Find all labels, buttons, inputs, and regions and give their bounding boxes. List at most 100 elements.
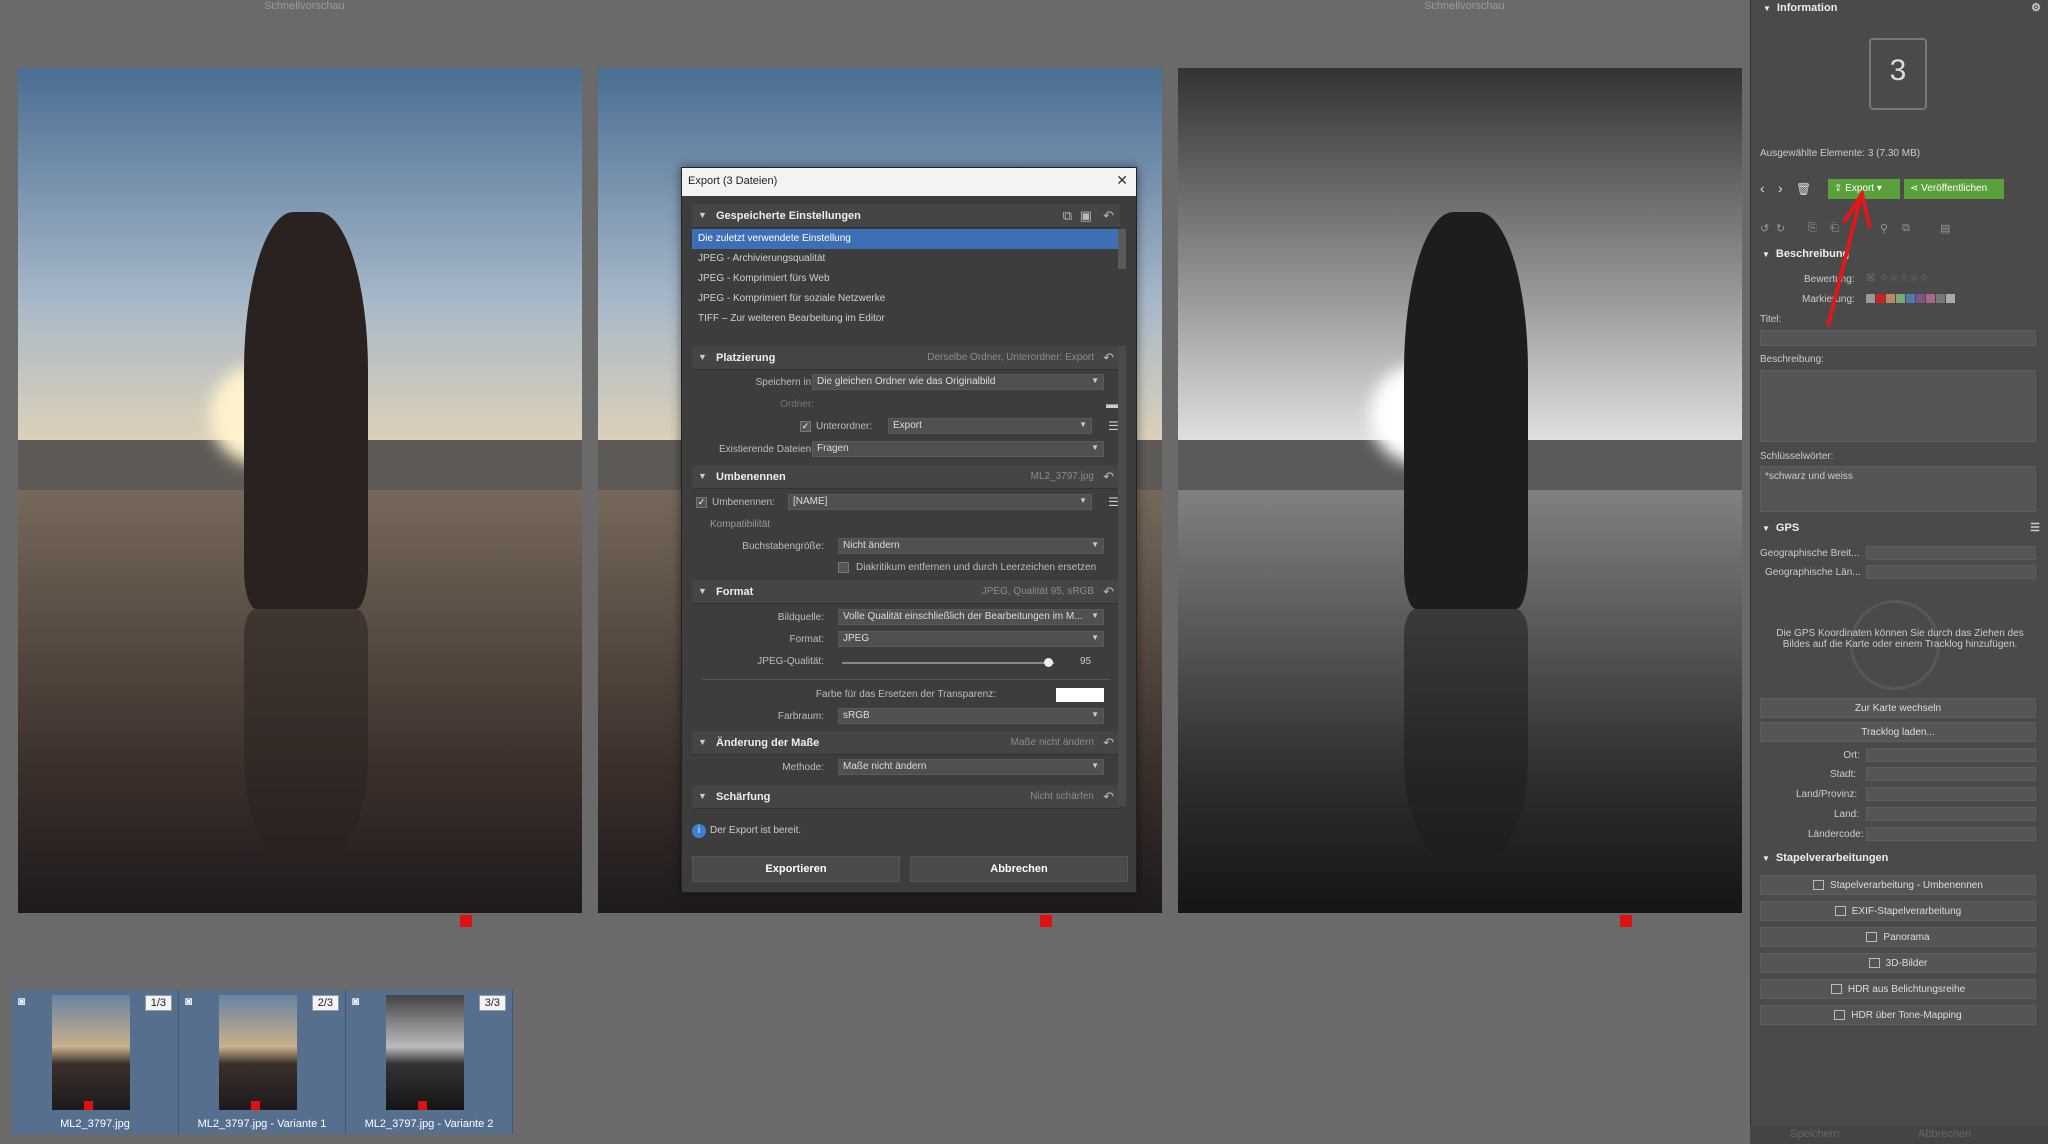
export-button[interactable]: Exportieren: [692, 856, 900, 882]
section-information[interactable]: ▼ Information ⚙: [1751, 0, 2048, 18]
section-title: Änderung der Maße: [716, 737, 820, 749]
save-preset-icon[interactable]: ▣: [1080, 208, 1092, 224]
rename-pattern-select[interactable]: [NAME] ▼: [788, 494, 1092, 510]
longitude-field[interactable]: [1866, 565, 2036, 579]
subfolder-checkbox[interactable]: ✓: [800, 421, 811, 432]
quality-slider[interactable]: [842, 662, 1054, 664]
place-field[interactable]: [1866, 748, 2036, 762]
section-format[interactable]: ▼ Format JPEG, Qualität 95, sRGB ↶: [692, 580, 1120, 604]
section-saved-settings[interactable]: ▼ Gespeicherte Einstellungen ⧉ ▣ ↶: [692, 204, 1120, 228]
tool-icon[interactable]: ⚲: [1880, 222, 1888, 235]
folder-icon[interactable]: ▬: [1106, 397, 1118, 411]
section-batch-processing[interactable]: ▼ Stapelverarbeitungen: [1750, 850, 2048, 868]
camera-icon: ◙: [18, 994, 26, 1008]
thumbnail[interactable]: ◙ 2/3 ML2_3797.jpg - Variante 1: [179, 990, 346, 1134]
batch-icon: [1813, 880, 1825, 891]
diacritics-checkbox[interactable]: [838, 562, 849, 573]
section-sharpen[interactable]: ▼ Schärfung Nicht schärfen ↶: [692, 785, 1120, 809]
preset-item[interactable]: TIFF – Zur weiteren Bearbeitung im Edito…: [692, 309, 1120, 329]
import-preset-icon[interactable]: ⧉: [1063, 208, 1072, 224]
title-field[interactable]: [1760, 330, 2036, 346]
hdr-bracket-button[interactable]: HDR aus Belichtungsreihe: [1760, 979, 2036, 999]
hdr-tonemapping-button[interactable]: HDR über Tone-Mapping: [1760, 1005, 2036, 1025]
dialog-title: Export (3 Dateien): [688, 175, 778, 187]
preset-item[interactable]: JPEG - Archivierungsqualität: [692, 249, 1120, 269]
thumbnail[interactable]: ◙ 3/3 ML2_3797.jpg - Variante 2: [346, 990, 513, 1134]
quality-slider-handle[interactable]: [1044, 658, 1053, 667]
chevron-down-icon: ▼: [1762, 524, 1770, 533]
thumbnail-image: [52, 995, 130, 1110]
filmstrip: ◙ 1/3 ML2_3797.jpg ◙ 2/3 ML2_3797.jpg - …: [12, 990, 513, 1134]
chevron-down-icon: ▼: [698, 352, 707, 362]
thumbnail-index: 3/3: [478, 995, 506, 1011]
city-label: Stadt:: [1830, 769, 1857, 780]
close-icon[interactable]: ✕: [1116, 172, 1128, 189]
settings-icon[interactable]: ⚙: [2031, 1, 2041, 14]
undo-icon[interactable]: ↶: [1103, 789, 1114, 805]
undo-icon[interactable]: ↶: [1103, 584, 1114, 600]
field-label: Diakritikum entfernen und durch Leerzeic…: [856, 562, 1097, 573]
chevron-down-icon: ▼: [1091, 761, 1099, 770]
forward-icon[interactable]: ›: [1778, 180, 1783, 196]
latitude-field[interactable]: [1866, 546, 2036, 560]
save-button[interactable]: Speichern: [1790, 1128, 1840, 1140]
preset-scrollbar[interactable]: [1118, 229, 1126, 269]
back-icon[interactable]: ‹: [1760, 180, 1765, 196]
format-select[interactable]: JPEG ▼: [838, 631, 1104, 647]
copy-icon[interactable]: ⎘: [1808, 222, 1817, 235]
batch-rename-button[interactable]: Stapelverarbeitung - Umbenennen: [1760, 875, 2036, 895]
preset-item[interactable]: JPEG - Komprimiert für soziale Netzwerke: [692, 289, 1120, 309]
preset-item[interactable]: Die zuletzt verwendete Einstellung: [692, 229, 1120, 249]
3d-images-button[interactable]: 3D-Bilder: [1760, 953, 2036, 973]
letter-case-select[interactable]: Nicht ändern ▼: [838, 538, 1104, 554]
colorspace-select[interactable]: sRGB ▼: [838, 708, 1104, 724]
photo-original[interactable]: [18, 68, 582, 913]
cancel-button[interactable]: Abbrechen: [910, 856, 1128, 882]
country-code-field[interactable]: [1866, 827, 2036, 841]
menu-icon[interactable]: ☰: [2030, 521, 2040, 534]
dialog-scrollbar[interactable]: [1118, 346, 1126, 806]
subfolder-select[interactable]: Export ▼: [888, 418, 1092, 434]
undo-icon[interactable]: ↶: [1103, 350, 1114, 366]
resize-method-select[interactable]: Maße nicht ändern ▼: [838, 759, 1104, 775]
rename-checkbox[interactable]: ✓: [696, 497, 707, 508]
undo-icon[interactable]: ↶: [1103, 469, 1114, 485]
panorama-button[interactable]: Panorama: [1760, 927, 2036, 947]
chevron-down-icon: ▼: [1091, 633, 1099, 642]
city-field[interactable]: [1866, 767, 2036, 781]
save-in-select[interactable]: Die gleichen Ordner wie das Originalbild…: [812, 374, 1104, 390]
undo-icon[interactable]: ↶: [1103, 208, 1114, 224]
panel-bottom-bar: Speichern Abbrechen: [1750, 1126, 2048, 1144]
stack-icon[interactable]: ⧉: [1902, 222, 1910, 235]
section-summary: JPEG, Qualität 95, sRGB: [981, 586, 1094, 597]
color-label-picker[interactable]: [1866, 294, 1955, 303]
section-gps[interactable]: ▼ GPS ☰: [1750, 520, 2048, 538]
region-field[interactable]: [1866, 787, 2036, 801]
switch-to-map-button[interactable]: Zur Karte wechseln: [1760, 698, 2036, 718]
section-resize[interactable]: ▼ Änderung der Maße Maße nicht ändern ↶: [692, 731, 1120, 755]
section-rename[interactable]: ▼ Umbenennen ML2_3797.jpg ↶: [692, 465, 1120, 489]
load-tracklog-button[interactable]: Tracklog laden...: [1760, 722, 2036, 742]
transparency-color-swatch[interactable]: [1056, 688, 1104, 702]
rotate-left-icon[interactable]: ↺: [1760, 222, 1769, 235]
batch-exif-button[interactable]: EXIF-Stapelverarbeitung: [1760, 901, 2036, 921]
existing-files-select[interactable]: Fragen ▼: [812, 441, 1104, 457]
undo-icon[interactable]: ↶: [1103, 735, 1114, 751]
chevron-down-icon: ▼: [1762, 250, 1770, 259]
dialog-title-bar: Export (3 Dateien) ✕: [682, 168, 1136, 196]
description-field[interactable]: [1760, 370, 2036, 442]
photo-variant-2[interactable]: [1178, 68, 1742, 913]
section-placement[interactable]: ▼ Platzierung Derselbe Ordner, Unterordn…: [692, 346, 1120, 370]
image-source-select[interactable]: Volle Qualität einschließlich der Bearbe…: [838, 609, 1104, 625]
keywords-field[interactable]: *schwarz und weiss: [1760, 466, 2036, 512]
preset-item[interactable]: JPEG - Komprimiert fürs Web: [692, 269, 1120, 289]
cancel-panel-button[interactable]: Abbrechen: [1918, 1128, 1971, 1140]
section-description[interactable]: ▼ Beschreibung: [1750, 246, 2048, 264]
thumbnail[interactable]: ◙ 1/3 ML2_3797.jpg: [12, 990, 179, 1134]
country-field[interactable]: [1866, 807, 2036, 821]
document-icon[interactable]: ▤: [1940, 222, 1950, 235]
trash-icon[interactable]: 🗑: [1796, 182, 1811, 196]
rotate-right-icon[interactable]: ↻: [1776, 222, 1785, 235]
section-summary: ML2_3797.jpg: [1030, 471, 1094, 482]
publish-button[interactable]: ⋖ Veröffentlichen: [1904, 179, 2004, 199]
